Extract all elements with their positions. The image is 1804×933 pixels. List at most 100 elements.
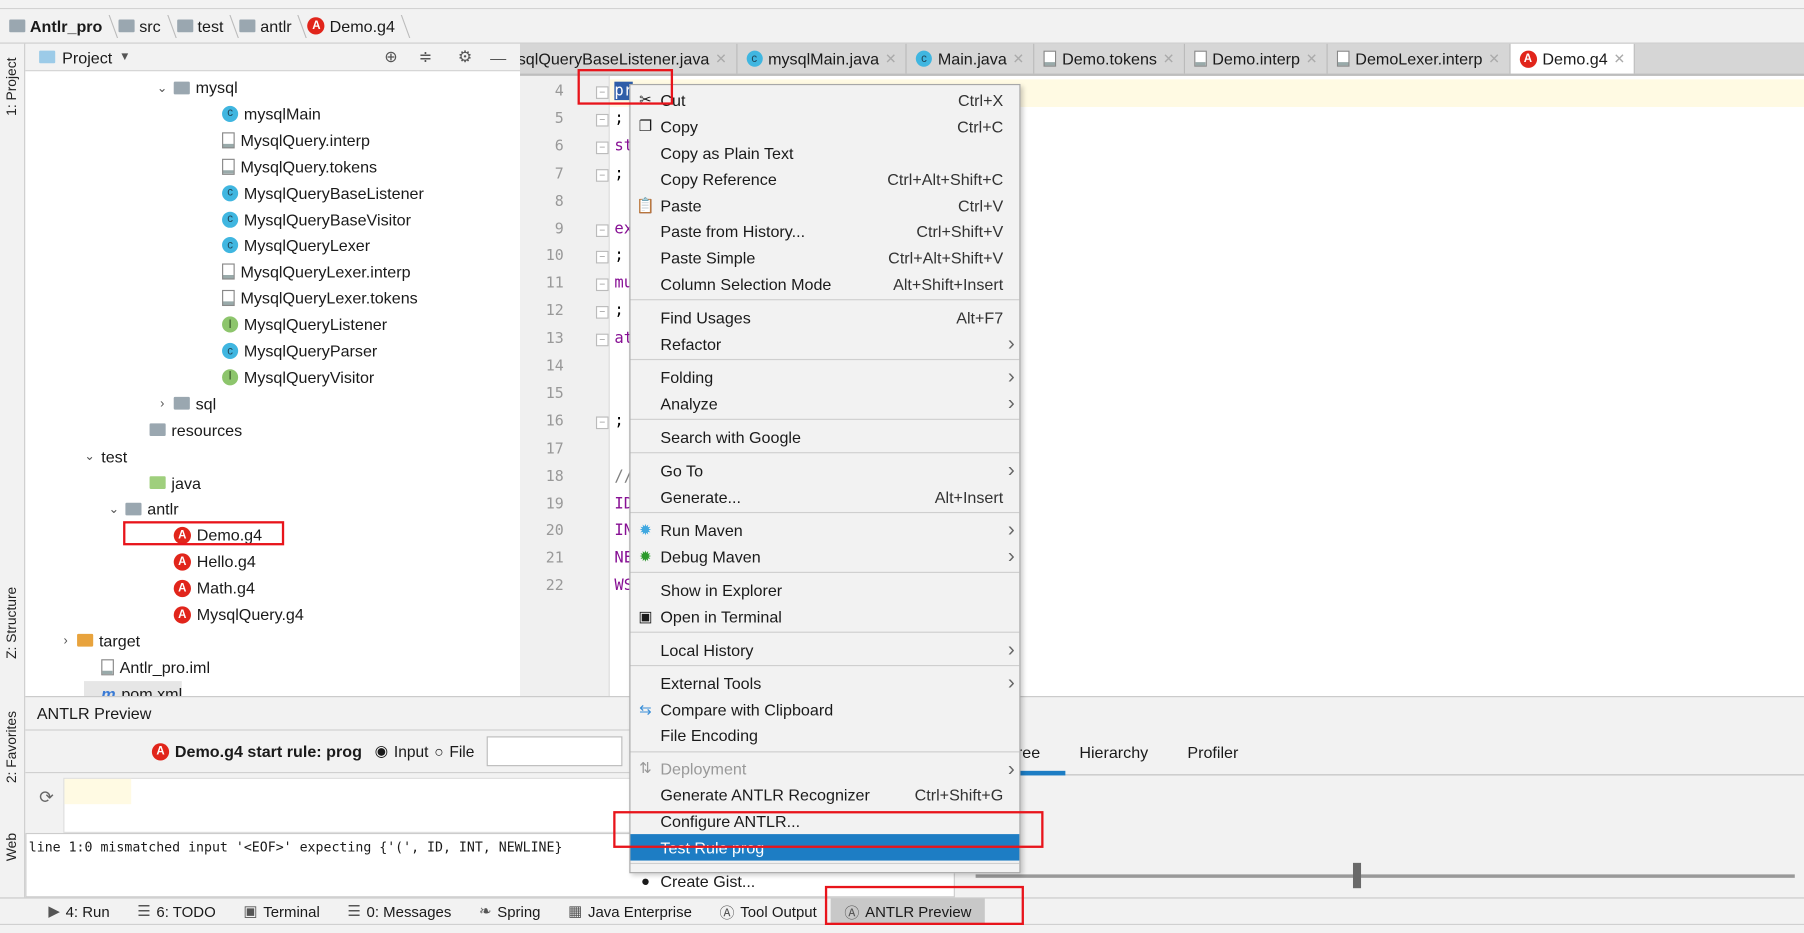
zoom-slider[interactable] [975, 862, 1795, 889]
editor-tab[interactable]: A Demo.g4 ✕ [1510, 43, 1636, 74]
menu-item-run-maven[interactable]: ✹ Run Maven › [630, 517, 1019, 543]
tool-button--messages[interactable]: ☰ 0: Messages [334, 898, 466, 924]
tree-item[interactable]: resources [132, 417, 242, 442]
fold-marker-icon[interactable]: − [595, 251, 609, 264]
refresh-icon[interactable]: ⟳ [39, 787, 53, 808]
tool-button--todo[interactable]: ☰ 6: TODO [123, 898, 229, 924]
menu-item-local-history[interactable]: Local History › [630, 636, 1019, 662]
tool-button--run[interactable]: ▶ 4: Run [35, 898, 124, 924]
menu-item-folding[interactable]: Folding › [630, 364, 1019, 390]
tool-button-tool-output[interactable]: Ⓐ Tool Output [706, 898, 831, 924]
input-radio[interactable]: ◉ [375, 742, 389, 760]
tree-item[interactable]: I MysqlQueryListener [205, 312, 387, 337]
tree-item[interactable]: ⌄ antlr [108, 496, 179, 521]
breadcrumb-item[interactable]: src [118, 17, 170, 35]
menu-item-paste-from-history[interactable]: Paste from History... Ctrl+Shift+V [630, 219, 1019, 245]
chevron-down-icon[interactable]: ⌄ [108, 501, 120, 517]
fold-marker-icon[interactable]: − [595, 416, 609, 429]
locate-icon[interactable]: ⊕ [384, 47, 398, 67]
menu-item-copy-reference[interactable]: Copy Reference Ctrl+Alt+Shift+C [630, 166, 1019, 192]
menu-item-column-selection-mode[interactable]: Column Selection Mode Alt+Shift+Insert [630, 271, 1019, 297]
menu-item-paste-simple[interactable]: Paste Simple Ctrl+Alt+Shift+V [630, 245, 1019, 271]
editor-tab[interactable]: DemoLexer.interp ✕ [1328, 43, 1511, 74]
tree-item[interactable]: Antlr_pro.iml [84, 654, 210, 679]
hide-icon[interactable]: — [490, 48, 506, 66]
menu-item-open-in-terminal[interactable]: ▣ Open in Terminal [630, 603, 1019, 629]
tree-item[interactable]: › sql [156, 391, 216, 416]
menu-item-refactor[interactable]: Refactor › [630, 331, 1019, 357]
chevron-down-icon[interactable]: ⌄ [156, 80, 168, 95]
preview-tab-profiler[interactable]: Profiler [1174, 729, 1264, 775]
close-icon[interactable]: ✕ [1163, 51, 1175, 67]
menu-item-search-with-google[interactable]: Search with Google [630, 424, 1019, 450]
breadcrumb-item[interactable]: antlr [239, 17, 301, 35]
close-icon[interactable]: ✕ [715, 51, 727, 67]
tree-item[interactable]: MysqlQueryLexer.interp [205, 259, 411, 284]
project-view-selector[interactable]: Project [62, 48, 112, 66]
tool-window-structure[interactable]: Z: Structure [3, 587, 19, 659]
tree-item[interactable]: java [132, 470, 201, 495]
tree-item[interactable]: › target [60, 628, 140, 653]
breadcrumb-item[interactable]: A Demo.g4 [307, 17, 404, 35]
menu-item-external-tools[interactable]: External Tools › [630, 670, 1019, 696]
editor-tab[interactable]: Demo.tokens ✕ [1034, 43, 1185, 74]
close-icon[interactable]: ✕ [1613, 51, 1625, 67]
chevron-right-icon[interactable]: › [60, 634, 72, 648]
fold-marker-icon[interactable]: − [595, 306, 609, 319]
slider-thumb[interactable] [1352, 862, 1362, 889]
gear-icon[interactable]: ⚙ [458, 47, 472, 67]
breadcrumb-item[interactable]: test [176, 17, 233, 35]
editor-tab[interactable]: Demo.interp ✕ [1185, 43, 1328, 74]
close-icon[interactable]: ✕ [1013, 51, 1025, 67]
fold-marker-icon[interactable]: − [595, 168, 609, 182]
file-path-input[interactable] [487, 736, 623, 767]
fold-marker-icon[interactable]: − [595, 223, 609, 237]
menu-item-copy-as-plain-text[interactable]: Copy as Plain Text [630, 140, 1019, 166]
tree-item[interactable]: ⌄ test [84, 444, 127, 469]
menu-item-find-usages[interactable]: Find Usages Alt+F7 [630, 305, 1019, 331]
tool-window-project[interactable]: 1: Project [3, 58, 19, 116]
tree-item[interactable]: A Hello.g4 [156, 549, 256, 574]
close-icon[interactable]: ✕ [1488, 51, 1500, 67]
tool-button-terminal[interactable]: ▣ Terminal [230, 898, 334, 924]
fold-marker-icon[interactable]: − [595, 333, 609, 347]
tree-item[interactable]: c MysqlQueryBaseListener [205, 180, 424, 205]
menu-item-generate[interactable]: Generate... Alt+Insert [630, 484, 1019, 510]
fold-marker-icon[interactable]: − [595, 141, 609, 154]
tree-item[interactable]: A MysqlQuery.g4 [156, 602, 304, 627]
tool-button-spring[interactable]: ❧ Spring [465, 898, 554, 924]
chevron-down-icon[interactable]: ⌄ [84, 449, 96, 464]
chevron-down-icon[interactable]: ▼ [119, 51, 130, 64]
tree-item[interactable]: ⌄ mysql [156, 75, 238, 100]
menu-item-compare-with-clipboard[interactable]: ⇆ Compare with Clipboard [630, 696, 1019, 722]
collapse-all-icon[interactable]: ≑ [419, 47, 433, 67]
menu-item-debug-maven[interactable]: ✹ Debug Maven › [630, 543, 1019, 569]
menu-item-copy[interactable]: ❐ Copy Ctrl+C [630, 114, 1019, 140]
menu-item-cut[interactable]: ✂ Cut Ctrl+X [630, 87, 1019, 113]
tree-item[interactable]: A Math.g4 [156, 575, 255, 600]
editor-tab[interactable]: c Main.java ✕ [907, 43, 1035, 74]
menu-item-paste[interactable]: 📋 Paste Ctrl+V [630, 192, 1019, 218]
preview-tab-hierarchy[interactable]: Hierarchy [1066, 729, 1174, 775]
tree-item[interactable]: MysqlQuery.interp [205, 127, 370, 152]
tree-item[interactable]: MysqlQueryLexer.tokens [205, 286, 418, 311]
tree-item[interactable]: c MysqlQueryBaseVisitor [205, 207, 411, 232]
menu-item-show-in-explorer[interactable]: Show in Explorer [630, 577, 1019, 603]
tree-item[interactable]: m pom.xml [83, 680, 183, 697]
tree-item[interactable]: I MysqlQueryVisitor [205, 365, 374, 390]
fold-marker-icon[interactable]: − [595, 113, 609, 127]
chevron-right-icon[interactable]: › [156, 397, 168, 411]
menu-item-file-encoding[interactable]: File Encoding [630, 722, 1019, 748]
menu-item-deployment[interactable]: ⇅ Deployment › [630, 756, 1019, 782]
tree-item[interactable]: c MysqlQueryLexer [205, 233, 370, 258]
fold-marker-icon[interactable]: − [595, 278, 609, 292]
tree-item[interactable]: c mysqlMain [205, 101, 321, 126]
close-icon[interactable]: ✕ [1306, 51, 1318, 67]
editor-tab[interactable]: c mysqlMain.java ✕ [737, 43, 907, 74]
tool-button-java-enterprise[interactable]: ▦ Java Enterprise [554, 898, 705, 924]
breadcrumb-item[interactable]: Antlr_pro [9, 17, 111, 35]
menu-item-generate-antlr-recognizer[interactable]: Generate ANTLR Recognizer Ctrl+Shift+G [630, 782, 1019, 808]
menu-item-go-to[interactable]: Go To › [630, 457, 1019, 483]
tree-item[interactable]: c MysqlQueryParser [205, 338, 377, 363]
close-icon[interactable]: ✕ [885, 51, 897, 67]
